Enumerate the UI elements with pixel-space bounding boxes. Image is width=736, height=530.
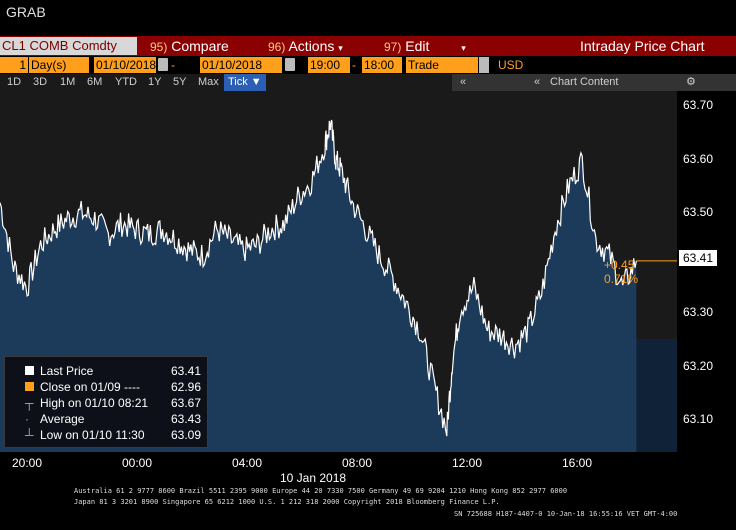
compare-number: 95) [150,40,168,54]
range-ytd[interactable]: YTD [115,74,137,91]
low-marker-icon: ┴ [25,428,34,442]
edit-label: Edit [405,38,430,54]
legend-label: Average [40,412,85,426]
legend-value: 63.09 [170,428,201,442]
legend-label: Last Price [40,364,94,378]
legend-value: 62.96 [170,380,201,394]
swatch-icon [25,366,34,375]
legend-item: · Average 63.43 [5,411,207,427]
compare-label: Compare [171,38,229,54]
x-tick-label: 04:00 [232,456,263,470]
actions-label: Actions [288,38,335,54]
start-time-field[interactable]: 19:00 [308,57,350,73]
legend-label: High on 01/10 08:21 [40,396,149,410]
compare-button[interactable]: 95) Compare [150,36,229,56]
tick-select[interactable]: Tick ▼ [224,74,266,91]
y-tick-label: 63.50 [683,205,714,219]
panel-title: Intraday Price Chart [580,38,705,54]
calendar-icon[interactable] [158,58,168,71]
dropdown-icon[interactable] [479,57,489,73]
calendar-icon[interactable] [285,58,295,71]
event-select[interactable]: Trade [406,57,478,73]
legend-label: Close on 01/09 ---- [40,380,141,394]
change-abs: +0.45 [604,258,635,272]
swatch-icon [25,382,34,391]
date-separator: - [171,58,175,72]
y-tick-label: 63.30 [683,305,714,319]
ticker-field[interactable]: CL1 COMB Comdty [0,37,137,55]
last-price-badge: 63.41 [679,250,717,266]
x-tick-label: 12:00 [452,456,483,470]
legend-item: Last Price 63.41 [5,363,207,379]
legend-panel[interactable]: Last Price 63.41 Close on 01/09 ---- 62.… [4,356,208,448]
range-6m[interactable]: 6M [87,74,102,91]
legend-item: ┬ High on 01/10 08:21 63.67 [5,395,207,411]
edit-number: 97) [384,40,402,54]
x-tick-label: 00:00 [122,456,153,470]
chart-tools-bar: « « Chart Content ⚙ [452,74,736,91]
price-change: +0.45 0.71% [604,258,638,286]
chevron-down-icon: ▾ [338,43,343,53]
start-date-field[interactable]: 01/10/2018 [94,57,156,73]
footer-contacts-1: Australia 61 2 9777 8600 Brazil 5511 239… [74,487,568,495]
y-tick-label: 63.10 [683,412,714,426]
window-title: GRAB [6,4,46,20]
footer: Australia 61 2 9777 8600 Brazil 5511 239… [0,484,736,530]
chevron-down-icon: ▾ [461,43,466,53]
window-title-bar: GRAB [0,0,736,36]
period-unit-field[interactable]: Day(s) [29,57,89,73]
range-5y[interactable]: 5Y [173,74,186,91]
high-marker-icon: ┬ [25,396,34,410]
y-tick-label: 63.70 [683,98,714,112]
parameter-bar: 1 Day(s) 01/10/2018 - 01/10/2018 19:00 -… [0,56,736,74]
x-tick-label: 20:00 [12,456,43,470]
legend-item: Close on 01/09 ---- 62.96 [5,379,207,395]
gear-icon[interactable]: ⚙ [686,74,696,91]
range-3d[interactable]: 3D [33,74,47,91]
range-1d[interactable]: 1D [7,74,21,91]
range-max[interactable]: Max [198,74,219,91]
average-marker-icon: · [25,412,29,426]
legend-value: 63.43 [170,412,201,426]
actions-number: 96) [268,40,286,54]
end-time-field[interactable]: 18:00 [362,57,402,73]
change-pct: 0.71% [604,272,639,286]
actions-button[interactable]: 96) Actions ▾ [268,36,343,56]
y-tick-label: 63.20 [683,359,714,373]
time-separator: - [352,58,356,72]
date-label: 10 Jan 2018 [280,471,347,485]
range-1y[interactable]: 1Y [148,74,161,91]
edit-button[interactable]: 97) Edit ▾ [384,36,466,56]
legend-label: Low on 01/10 11:30 [40,428,145,442]
legend-item: ┴ Low on 01/10 11:30 63.09 [5,427,207,443]
x-tick-label: 16:00 [562,456,593,470]
expand-icon[interactable]: « [534,74,540,91]
y-tick-label: 63.60 [683,152,714,166]
end-date-field[interactable]: 01/10/2018 [200,57,282,73]
period-count-field[interactable]: 1 [0,57,28,73]
footer-serial: SN 725688 H187-4407-0 10-Jan-18 16:55:16… [454,510,678,518]
collapse-icon[interactable]: « [460,74,466,91]
x-tick-label: 08:00 [342,456,373,470]
chart-content-button[interactable]: Chart Content [550,74,618,91]
legend-value: 63.67 [170,396,201,410]
range-1m[interactable]: 1M [60,74,75,91]
footer-contacts-2: Japan 81 3 3201 8900 Singapore 65 6212 1… [74,498,500,506]
legend-value: 63.41 [170,364,201,378]
currency-label: USD [498,58,524,72]
